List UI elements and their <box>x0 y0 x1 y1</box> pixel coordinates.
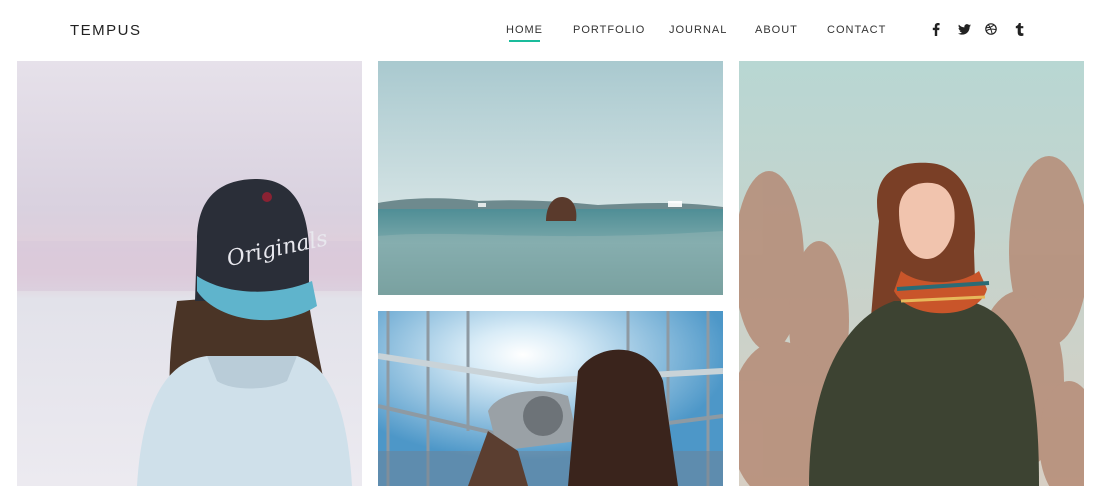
dribbble-icon[interactable] <box>983 21 999 37</box>
site-logo[interactable]: TEMPUS <box>70 22 142 39</box>
girl-in-cap-photo[interactable]: Originals <box>17 61 362 486</box>
nav-journal[interactable]: JOURNAL <box>669 24 727 36</box>
tumblr-icon[interactable] <box>1011 21 1027 37</box>
nav-contact[interactable]: CONTACT <box>827 24 886 36</box>
woman-in-grass-photo[interactable] <box>739 61 1084 486</box>
twitter-icon[interactable] <box>956 21 972 37</box>
nav-home[interactable]: HOME <box>506 24 543 42</box>
facebook-icon[interactable] <box>928 21 944 37</box>
nav-portfolio[interactable]: PORTFOLIO <box>573 24 645 36</box>
site-header: TEMPUS HOME PORTFOLIO JOURNAL ABOUT CONT… <box>0 0 1100 61</box>
binoculars-viewer-photo[interactable] <box>378 311 723 486</box>
swimmer-in-sea-photo[interactable] <box>378 61 723 295</box>
nav-about[interactable]: ABOUT <box>755 24 798 36</box>
